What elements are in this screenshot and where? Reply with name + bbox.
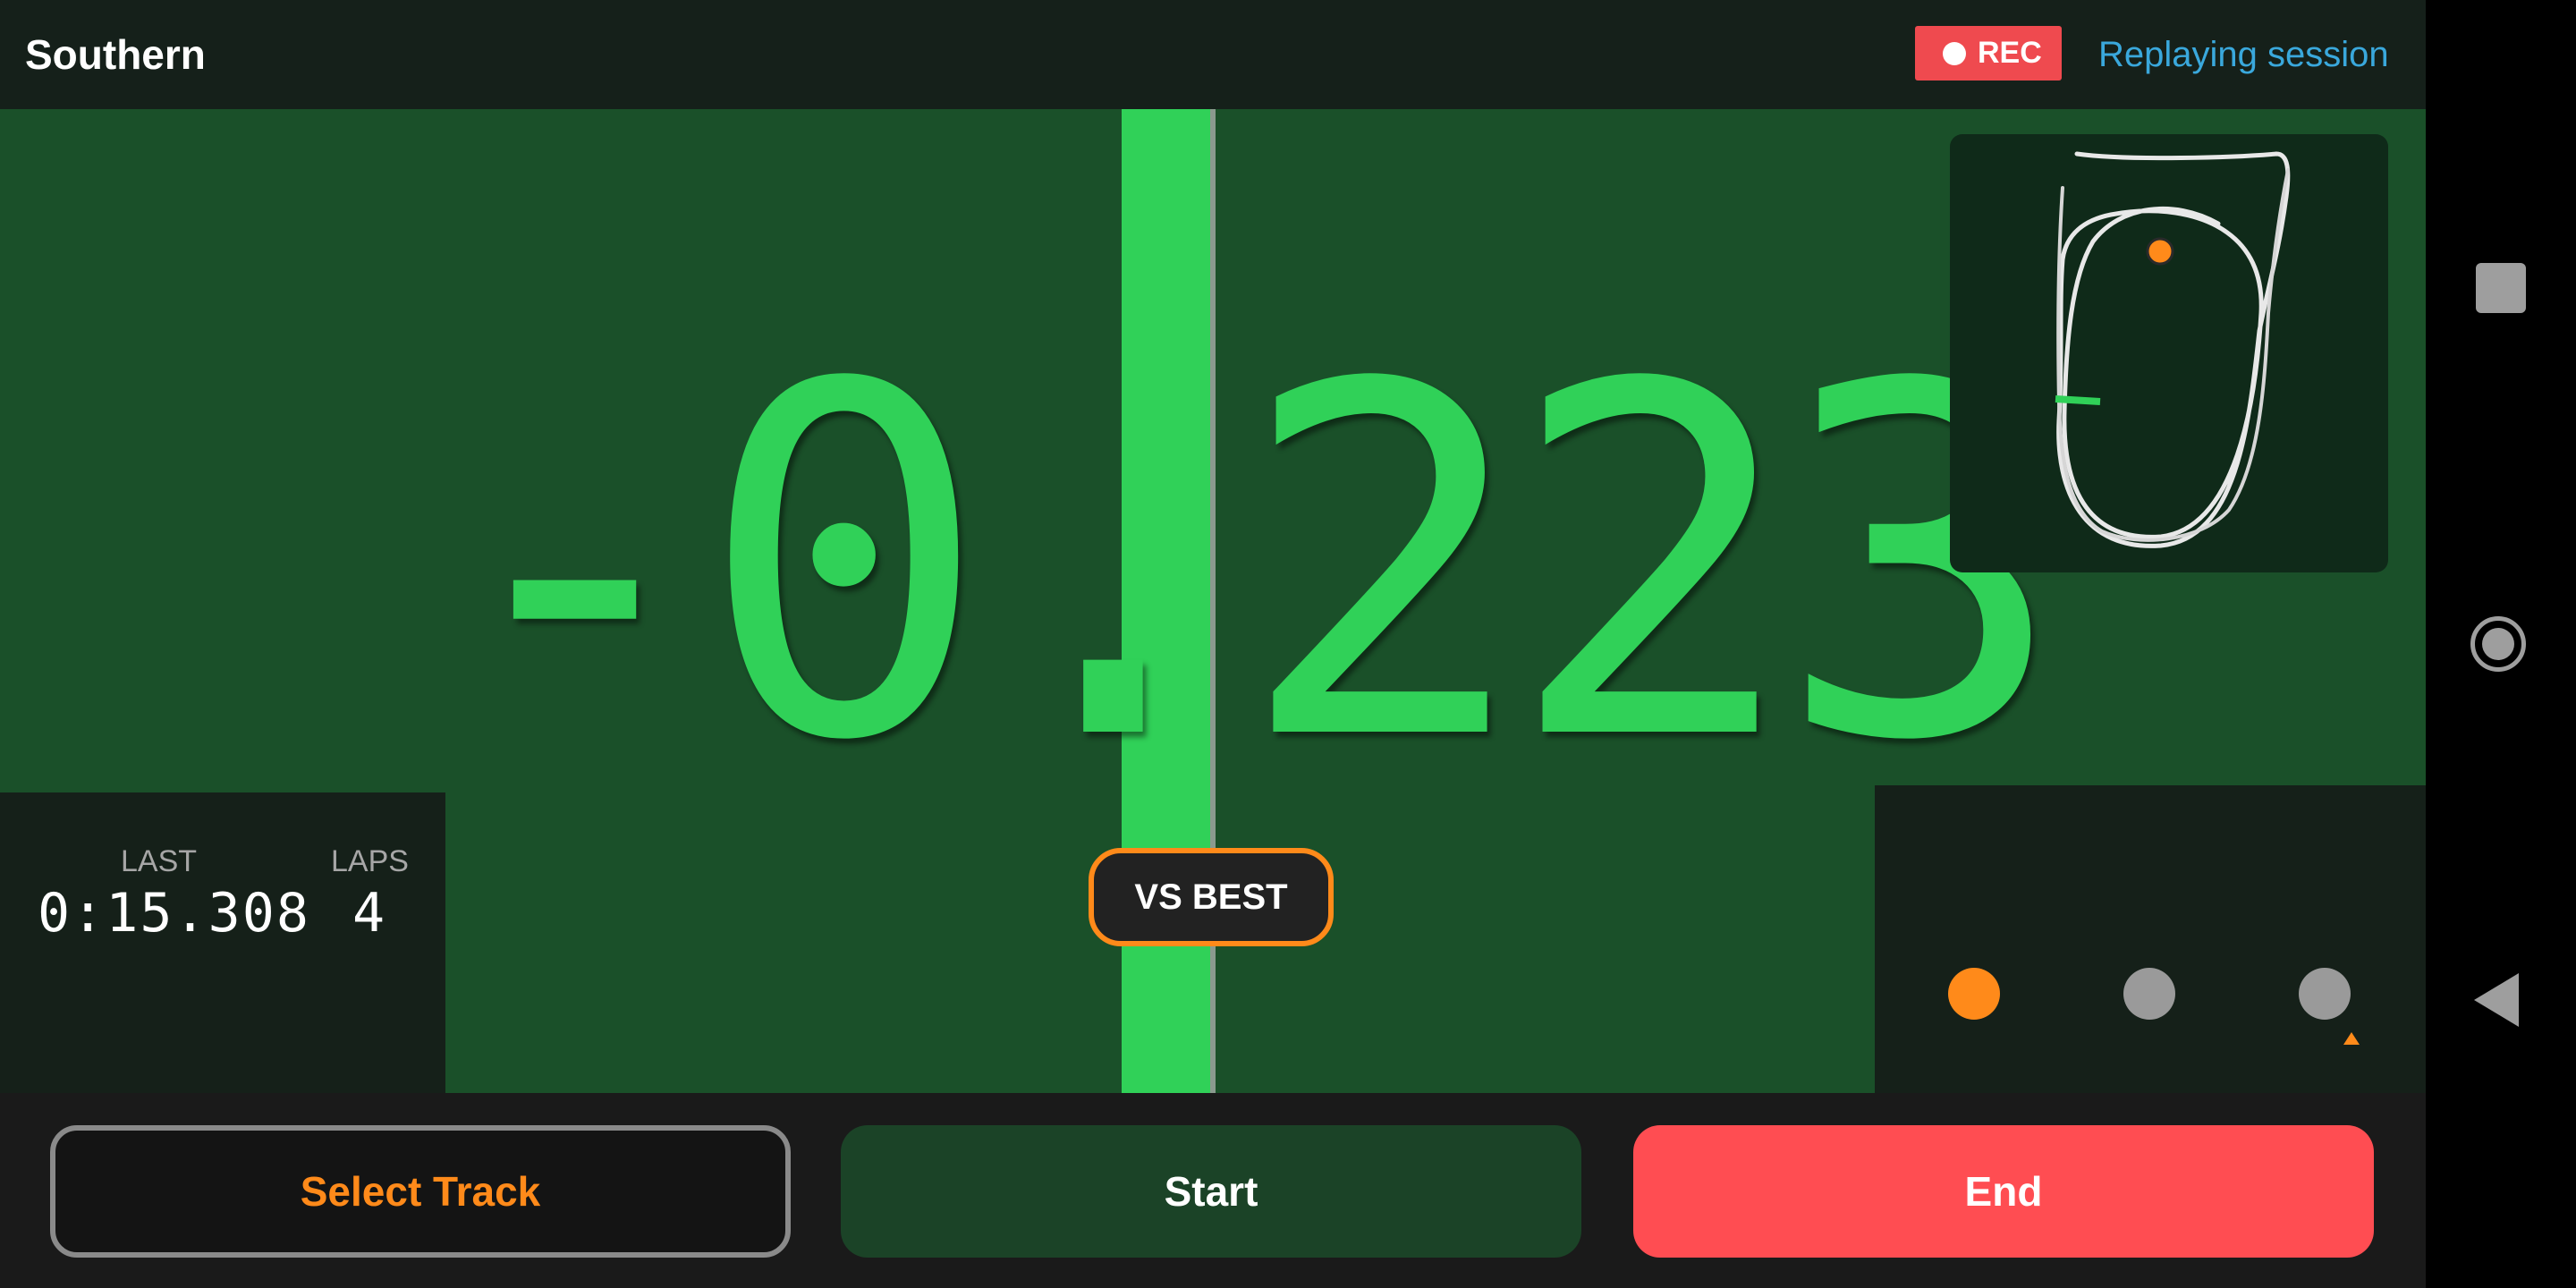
- start-button[interactable]: Start: [841, 1125, 1581, 1258]
- page-dot-2[interactable]: [2123, 968, 2175, 1020]
- last-lap-label: LAST: [121, 844, 198, 878]
- home-icon[interactable]: [2470, 616, 2526, 672]
- track-outline: [2056, 151, 2291, 548]
- select-track-button[interactable]: Select Track: [50, 1125, 791, 1258]
- end-button[interactable]: End: [1633, 1125, 2374, 1258]
- rec-badge[interactable]: REC: [1915, 26, 2062, 80]
- track-title: Southern: [25, 31, 206, 78]
- start-finish-line: [2055, 395, 2101, 405]
- track-map-panel: [1950, 134, 2388, 572]
- page-dot-3[interactable]: [2299, 968, 2351, 1020]
- track-map: [2055, 151, 2291, 548]
- car-position-marker: [2146, 237, 2174, 266]
- record-dot-icon: [1943, 42, 1966, 65]
- replaying-session-link[interactable]: Replaying session: [2098, 27, 2389, 82]
- track-outline-inner: [2056, 168, 2290, 542]
- top-bar: Southern REC Replaying session: [0, 0, 2426, 109]
- action-bar: Select Track Start End: [0, 1093, 2426, 1288]
- home-icon-inner: [2482, 628, 2514, 660]
- page-indicator-panel: [1875, 785, 2426, 1093]
- rec-label: REC: [1978, 36, 2042, 70]
- laps-label: LAPS: [331, 844, 409, 878]
- delta-time-value: -0.223: [429, 284, 2067, 846]
- vs-best-toggle[interactable]: VS BEST: [1089, 848, 1334, 946]
- laps-count: 4: [352, 882, 387, 945]
- recents-icon[interactable]: [2476, 263, 2526, 313]
- last-lap-time: 0:15.308: [38, 882, 310, 945]
- lap-stats-panel: LAST 0:15.308 LAPS 4: [0, 792, 445, 1093]
- page-dot-1[interactable]: [1948, 968, 2000, 1020]
- page-marker-icon: [2343, 1032, 2360, 1045]
- back-icon[interactable]: [2474, 973, 2519, 1027]
